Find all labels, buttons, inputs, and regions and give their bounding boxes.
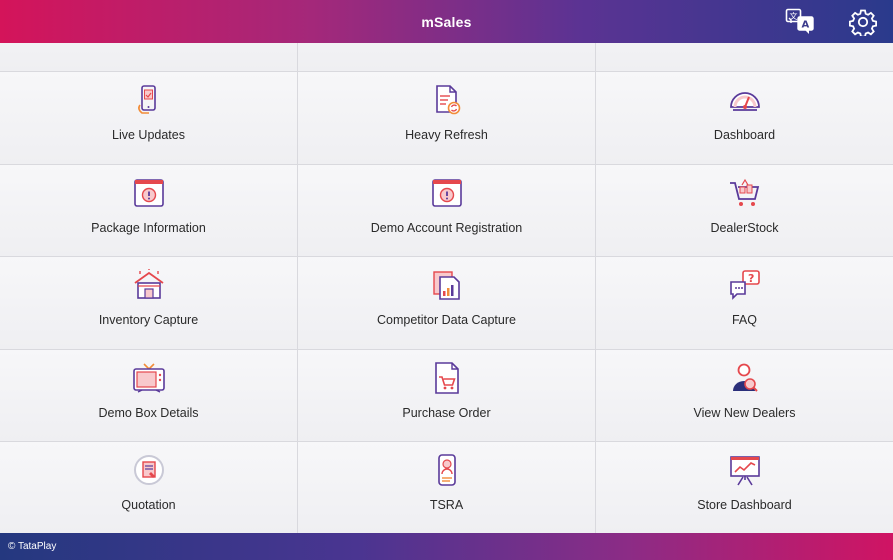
menu-row-partial — [0, 43, 893, 72]
tile-demo-box-details[interactable]: Demo Box Details — [0, 350, 298, 441]
info-box-icon — [133, 179, 164, 207]
tile-label: Live Updates — [112, 128, 185, 142]
app-root: mSales 文 A Live Updates Heavy Refresh Da… — [0, 0, 893, 560]
tile-label: View New Dealers — [693, 406, 796, 420]
menu-row: Live Updates Heavy Refresh Dashboard — [0, 72, 893, 165]
menu-row: Quotation TSRA Store Dashboard — [0, 442, 893, 533]
tile-label: Demo Box Details — [98, 406, 199, 420]
quotation-icon — [133, 455, 164, 485]
info-box-icon — [431, 179, 462, 207]
tile-label: Heavy Refresh — [405, 128, 488, 142]
menu-grid: Live Updates Heavy Refresh Dashboard Pac… — [0, 43, 893, 533]
settings-button[interactable] — [847, 6, 879, 38]
svg-text:文: 文 — [790, 11, 798, 21]
tile-demo-account-registration[interactable]: Demo Account Registration — [298, 165, 596, 256]
tile-label: Package Information — [91, 221, 206, 235]
question-chat-icon: ? — [729, 270, 760, 300]
tile-label: Dashboard — [713, 128, 776, 142]
copyright-text: © TataPlay — [8, 541, 57, 552]
translate-button[interactable]: 文 A — [784, 6, 816, 38]
menu-row: Inventory Capture Competitor Data Captur… — [0, 257, 893, 350]
tile-label: Store Dashboard — [697, 498, 792, 512]
menu-tile-partial[interactable] — [0, 43, 298, 71]
document-refresh-icon — [435, 85, 460, 115]
tile-label: TSRA — [429, 498, 464, 512]
tile-dashboard[interactable]: Dashboard — [596, 72, 893, 164]
tile-quotation[interactable]: Quotation — [0, 442, 298, 533]
tile-label: Competitor Data Capture — [377, 313, 516, 327]
id-card-icon — [437, 454, 456, 486]
user-search-icon — [732, 363, 758, 392]
speedometer-icon — [729, 92, 760, 111]
tile-dealerstock[interactable]: DealerStock — [596, 165, 893, 256]
svg-text:A: A — [802, 20, 810, 31]
app-header: mSales 文 A — [0, 0, 893, 43]
tile-label: Demo Account Registration — [370, 221, 523, 235]
tile-heavy-refresh[interactable]: Heavy Refresh — [298, 72, 596, 164]
tile-live-updates[interactable]: Live Updates — [0, 72, 298, 164]
order-cart-icon — [434, 362, 459, 394]
app-title: mSales — [421, 13, 472, 30]
tile-inventory-capture[interactable]: Inventory Capture — [0, 257, 298, 349]
menu-tile-partial[interactable] — [596, 43, 893, 71]
tile-purchase-order[interactable]: Purchase Order — [298, 350, 596, 441]
translate-icon: 文 A — [785, 8, 814, 34]
tile-label: DealerStock — [710, 221, 779, 235]
tile-view-new-dealers[interactable]: View New Dealers — [596, 350, 893, 441]
presentation-chart-icon — [729, 456, 760, 486]
tile-label: FAQ — [731, 313, 757, 327]
tile-package-information[interactable]: Package Information — [0, 165, 298, 256]
phone-update-icon — [137, 85, 156, 114]
tile-tsra[interactable]: TSRA — [298, 442, 596, 533]
app-footer: © TataPlay — [0, 533, 893, 560]
warehouse-icon — [133, 269, 164, 299]
menu-row: Package Information Demo Account Registr… — [0, 165, 893, 257]
tile-store-dashboard[interactable]: Store Dashboard — [596, 442, 893, 533]
tile-label: Quotation — [121, 498, 176, 512]
tile-label: Purchase Order — [402, 406, 491, 420]
menu-row: Demo Box Details Purchase Order View New… — [0, 350, 893, 442]
shopping-cart-icon — [729, 178, 759, 206]
tile-label: Inventory Capture — [98, 313, 199, 327]
gear-icon — [849, 9, 877, 36]
tile-competitor-data-capture[interactable]: Competitor Data Capture — [298, 257, 596, 349]
documents-chart-icon — [432, 271, 460, 300]
menu-tile-partial[interactable] — [298, 43, 596, 71]
tv-icon — [132, 363, 165, 393]
tile-faq[interactable]: ? FAQ — [596, 257, 893, 349]
svg-text:?: ? — [748, 272, 754, 285]
